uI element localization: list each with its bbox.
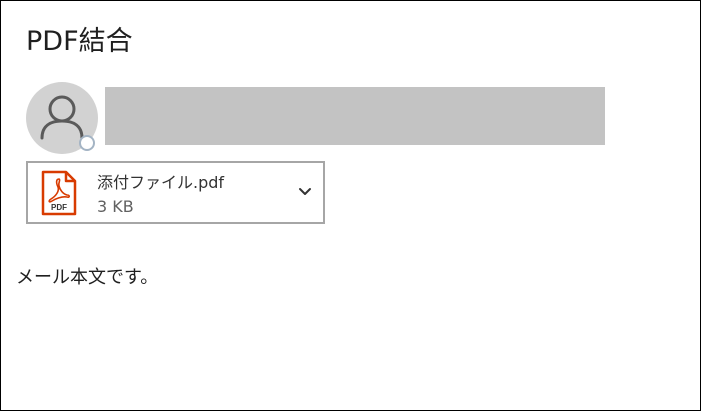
pdf-badge-text: PDF bbox=[51, 203, 67, 212]
presence-status-icon bbox=[79, 135, 95, 151]
chevron-down-icon[interactable] bbox=[298, 187, 312, 197]
attachment-card[interactable]: PDF 添付ファイル.pdf 3 KB bbox=[26, 161, 325, 224]
message-subject: PDF結合 bbox=[26, 26, 133, 57]
sender-name-redacted bbox=[105, 87, 605, 145]
message-reading-pane: PDF結合 PDF 添付ファイル.pdf 3 KB メール本文です。 bbox=[0, 0, 701, 411]
message-body: メール本文です。 bbox=[16, 267, 159, 288]
pdf-file-icon: PDF bbox=[41, 170, 77, 216]
attachment-file-name: 添付ファイル.pdf bbox=[97, 173, 225, 192]
attachment-file-size: 3 KB bbox=[97, 197, 134, 216]
